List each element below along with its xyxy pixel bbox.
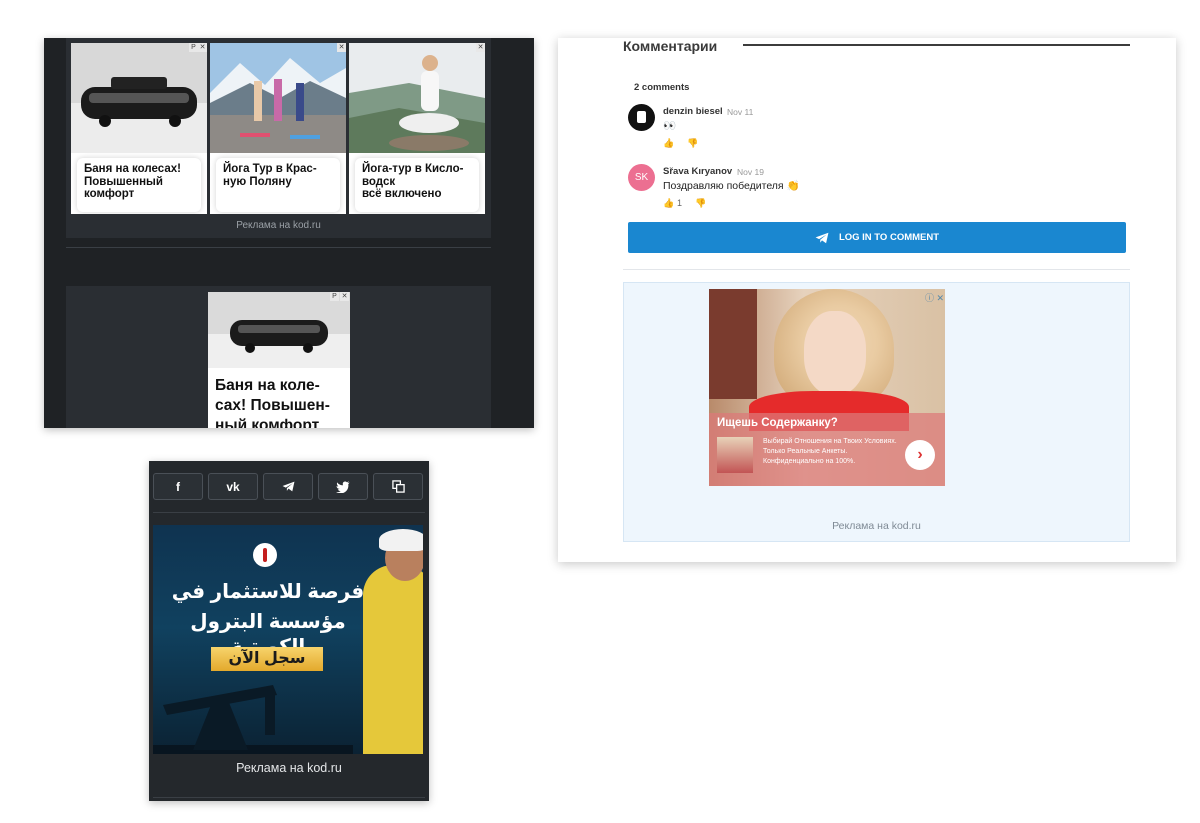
comment-date: Nov 11	[727, 107, 754, 117]
copy-icon	[391, 480, 405, 493]
oil-pump-icon	[153, 685, 353, 754]
ad-headline: فرصة للاستثمار في	[171, 581, 365, 603]
comment-text: 👀	[663, 120, 677, 132]
ad-card-banya[interactable]: P ✕ Баня на колесах! Повышенный комфорт	[71, 43, 207, 214]
dating-ad[interactable]: ⓘ ✕ Ищешь Содержанку? Выбирай Отношения …	[709, 289, 945, 486]
thumbs-up-icon[interactable]: 👍	[663, 138, 674, 149]
comments-title: Комментарии	[623, 38, 718, 54]
person-figure	[363, 565, 423, 754]
arabic-investment-ad[interactable]: فرصة للاستثمار في مؤسسة البترول الكويتية…	[153, 525, 423, 754]
ad-text: Йога Тур в Крас- ную Поляну	[216, 158, 340, 212]
avatar[interactable]	[628, 104, 655, 131]
ad-card-yoga-polyana[interactable]: ✕ Йога Тур в Крас- ную Поляну	[210, 43, 346, 214]
share-telegram-button[interactable]	[263, 473, 313, 500]
divider	[153, 797, 425, 798]
cup-icon	[637, 111, 646, 123]
divider	[66, 247, 491, 248]
ad-caption[interactable]: Реклама на kod.ru	[624, 520, 1129, 532]
ad-card-banya-single[interactable]: P ✕ Баня на коле- сах! Повышен- ный комф…	[208, 292, 350, 428]
ad-image-meditation	[349, 43, 485, 153]
thumbs-down-icon[interactable]: 👎	[695, 198, 706, 209]
facebook-icon: f	[176, 479, 180, 494]
avatar[interactable]: SK	[628, 164, 655, 191]
ad-image-bus	[71, 43, 207, 153]
chevron-right-icon[interactable]: ›	[905, 440, 935, 470]
register-now-button[interactable]: سجل الآن	[211, 647, 323, 671]
ad-text: Йога-тур в Кисло- водск всё включено	[355, 158, 479, 212]
ad-caption[interactable]: Реклама на kod.ru	[149, 761, 429, 775]
ad-text: Баня на коле- сах! Повышен- ный комфорт	[215, 377, 330, 428]
comment-author[interactable]: Sřava Kıryanov	[663, 166, 732, 177]
close-icon[interactable]: ✕	[337, 43, 346, 52]
ad-image-face	[804, 311, 866, 395]
close-icon[interactable]: ✕	[198, 43, 207, 52]
divider	[153, 512, 425, 513]
comment-count: 2 comments	[634, 82, 690, 93]
telegram-icon	[815, 232, 829, 243]
comment-item: SK Sřava Kıryanov Nov 19 Поздравляю побе…	[628, 164, 1108, 214]
close-icon[interactable]: ✕	[340, 292, 349, 301]
share-facebook-button[interactable]: f	[153, 473, 203, 500]
ad-image-bus	[208, 292, 350, 368]
like-count: 1	[677, 198, 683, 208]
comments-panel: Комментарии 2 comments denzin biesel Nov…	[558, 38, 1176, 562]
share-and-ad-panel: f vk فرصة للاستثمار في مؤسسة البترول الك…	[149, 461, 429, 801]
vk-icon: vk	[226, 479, 240, 494]
comment-author[interactable]: denzin biesel	[663, 106, 723, 117]
ad-text: Баня на колесах! Повышенный комфорт	[77, 158, 201, 212]
ad-image-yoga-mountains	[210, 43, 346, 153]
comment-date: Nov 19	[737, 167, 764, 177]
ad-title: Ищешь Содержанку?	[717, 417, 838, 429]
ad-row: P ✕ Баня на коле- сах! Повышен- ный комф…	[66, 286, 491, 428]
comment-item: denzin biesel Nov 11 👀 👍 👎	[628, 104, 1108, 154]
ad-badge: P	[189, 43, 198, 52]
title-rule	[743, 44, 1130, 46]
ad-description: Выбирай Отношения на Твоих Условиях. Тол…	[763, 438, 897, 465]
close-icon[interactable]: ⓘ ✕	[925, 291, 944, 304]
share-vk-button[interactable]: vk	[208, 473, 258, 500]
thumbs-down-icon[interactable]: 👎	[687, 138, 698, 149]
ad-badge: P	[330, 292, 339, 301]
ad-overlay: Ищешь Содержанку? Выбирай Отношения на Т…	[709, 413, 945, 486]
telegram-icon	[282, 481, 294, 492]
ad-background-frame	[709, 289, 757, 399]
dark-ad-panel: P ✕ Баня на колесах! Повышенный комфорт …	[44, 38, 534, 428]
ad-container: ⓘ ✕ Ищешь Содержанку? Выбирай Отношения …	[623, 282, 1130, 542]
copy-link-button[interactable]	[373, 473, 423, 500]
comment-text: Поздравляю победителя 👏	[663, 180, 800, 192]
login-label: LOG IN TO COMMENT	[838, 232, 940, 243]
close-icon[interactable]: ✕	[476, 43, 485, 52]
share-twitter-button[interactable]	[318, 473, 368, 500]
person-headscarf	[379, 529, 423, 551]
ad-thumbnail	[717, 437, 753, 473]
log-in-to-comment-button[interactable]: LOG IN TO COMMENT	[628, 222, 1126, 253]
ad-caption[interactable]: Реклама на kod.ru	[66, 220, 491, 231]
kpc-logo-icon	[253, 543, 277, 567]
ad-card-yoga-kislovodsk[interactable]: ✕ Йога-тур в Кисло- водск всё включено	[349, 43, 485, 214]
twitter-icon	[336, 480, 350, 493]
thumbs-up-icon[interactable]: 👍	[663, 198, 674, 209]
divider	[623, 269, 1130, 270]
ad-row: P ✕ Баня на колесах! Повышенный комфорт …	[66, 38, 491, 238]
